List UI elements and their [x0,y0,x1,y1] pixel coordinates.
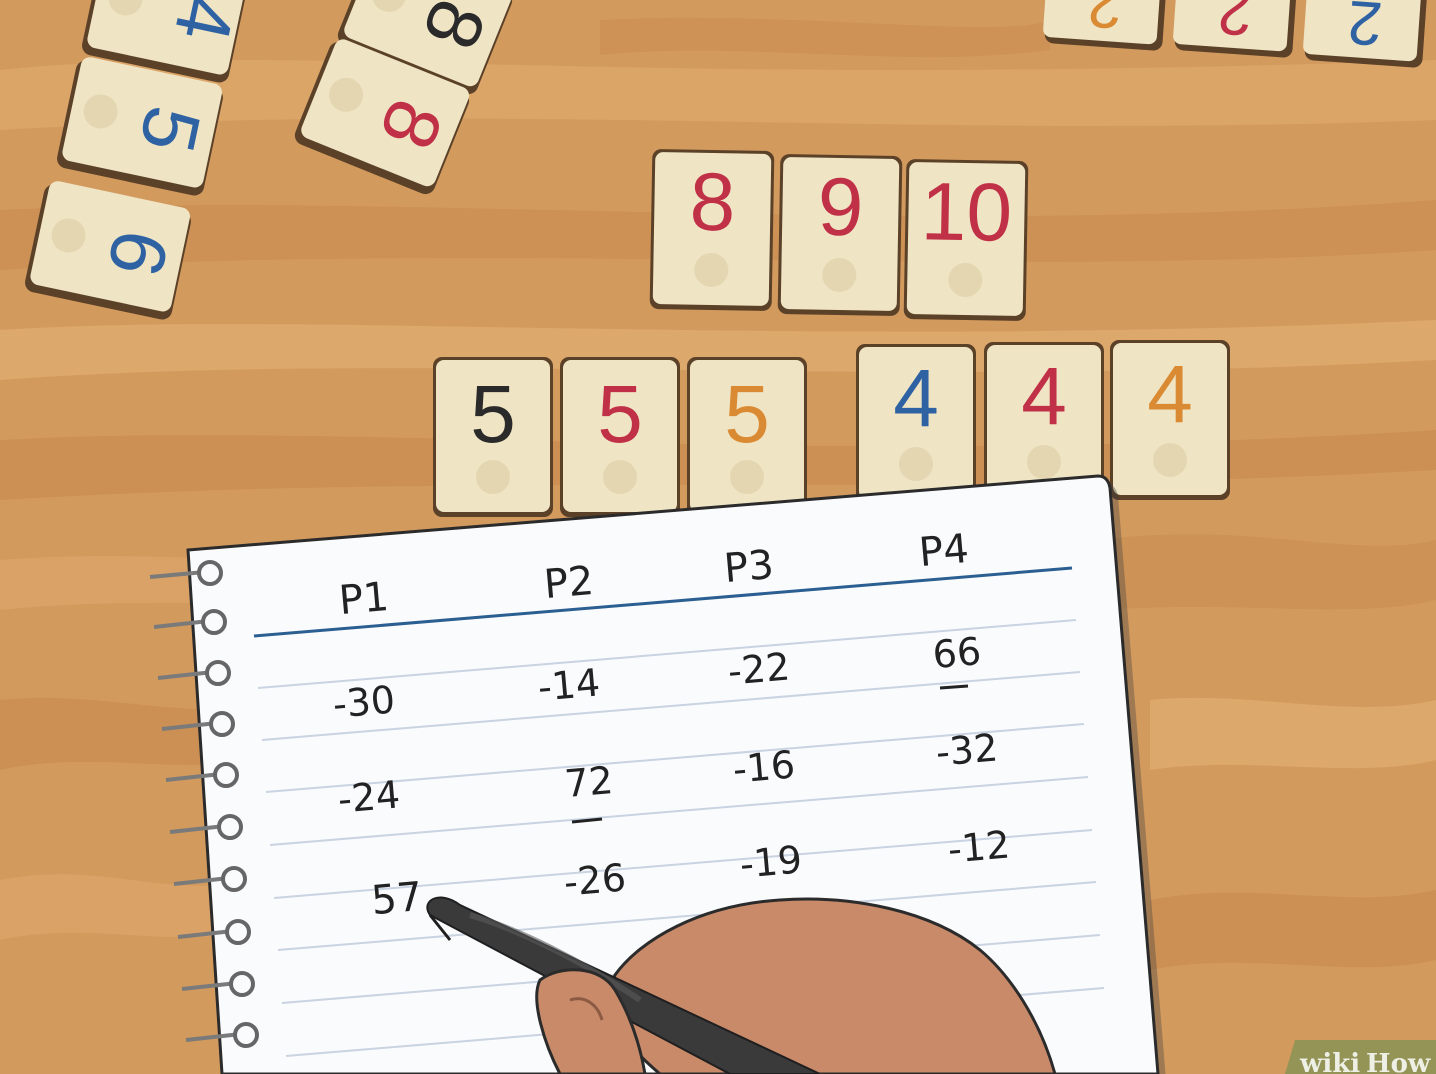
tile-blue-2: 2 [1303,0,1429,68]
score-cell: -32 [934,725,1000,774]
tile-number: 4 [1021,351,1067,442]
tile-black-5: 5 [433,357,553,517]
score-cell-winner: 66 [931,629,983,677]
tile-run: 8 9 10 [649,149,1029,321]
tile-red-9-run: 9 [777,154,903,316]
tile-orange-5: 5 [687,357,807,517]
tile-red-2: 2 [1173,0,1299,58]
score-cell: -26 [562,855,628,904]
tile-number: 5 [470,369,516,460]
tile-number: 5 [724,369,770,460]
score-cell-winner: 57 [370,874,425,924]
tile-number: 9 [817,162,864,254]
tile-number: 4 [893,353,939,444]
rummikub-scoring-illustration: 4 5 6 8 8 2 2 2 8 9 10 5 5 5 4 4 4 P1 P2… [0,0,1436,1074]
tile-group-fives: 5 5 5 [433,357,807,517]
score-cell: -16 [731,742,797,791]
header-p1: P1 [337,574,390,624]
tile-red-8-run: 8 [649,149,775,311]
score-cell: -12 [946,822,1012,871]
tile-number: 5 [597,369,643,460]
header-p4: P4 [917,526,970,576]
wikihow-watermark: wiki How [1285,1040,1436,1074]
tile-red-10-run: 10 [903,159,1029,321]
tile-number: 2 [1215,0,1254,48]
tile-number: 2 [1345,0,1384,58]
score-cell: -22 [726,644,792,693]
watermark-wiki: wiki [1299,1049,1360,1074]
watermark-how: How [1366,1049,1431,1074]
tile-number: 4 [1147,349,1193,440]
tile-number: 8 [689,157,736,249]
score-cell: -19 [738,837,804,886]
score-cell-winner: 72 [563,758,615,806]
scene-canvas: 4 5 6 8 8 2 2 2 8 9 10 5 5 5 4 4 4 P1 P2… [0,0,1436,1074]
tile-number: 10 [920,166,1013,259]
score-cell: -24 [336,772,402,821]
header-p3: P3 [722,542,775,592]
winner-underline [939,684,969,690]
tile-red-5: 5 [560,357,680,517]
score-cell: -30 [331,677,397,726]
tile-number: 2 [1085,0,1124,41]
header-p2: P2 [542,558,595,608]
tile-orange-2: 2 [1043,0,1169,51]
tile-blue-4-group: 4 [856,344,976,504]
score-cell: -14 [536,660,602,709]
tile-orange-4-group: 4 [1110,340,1230,500]
